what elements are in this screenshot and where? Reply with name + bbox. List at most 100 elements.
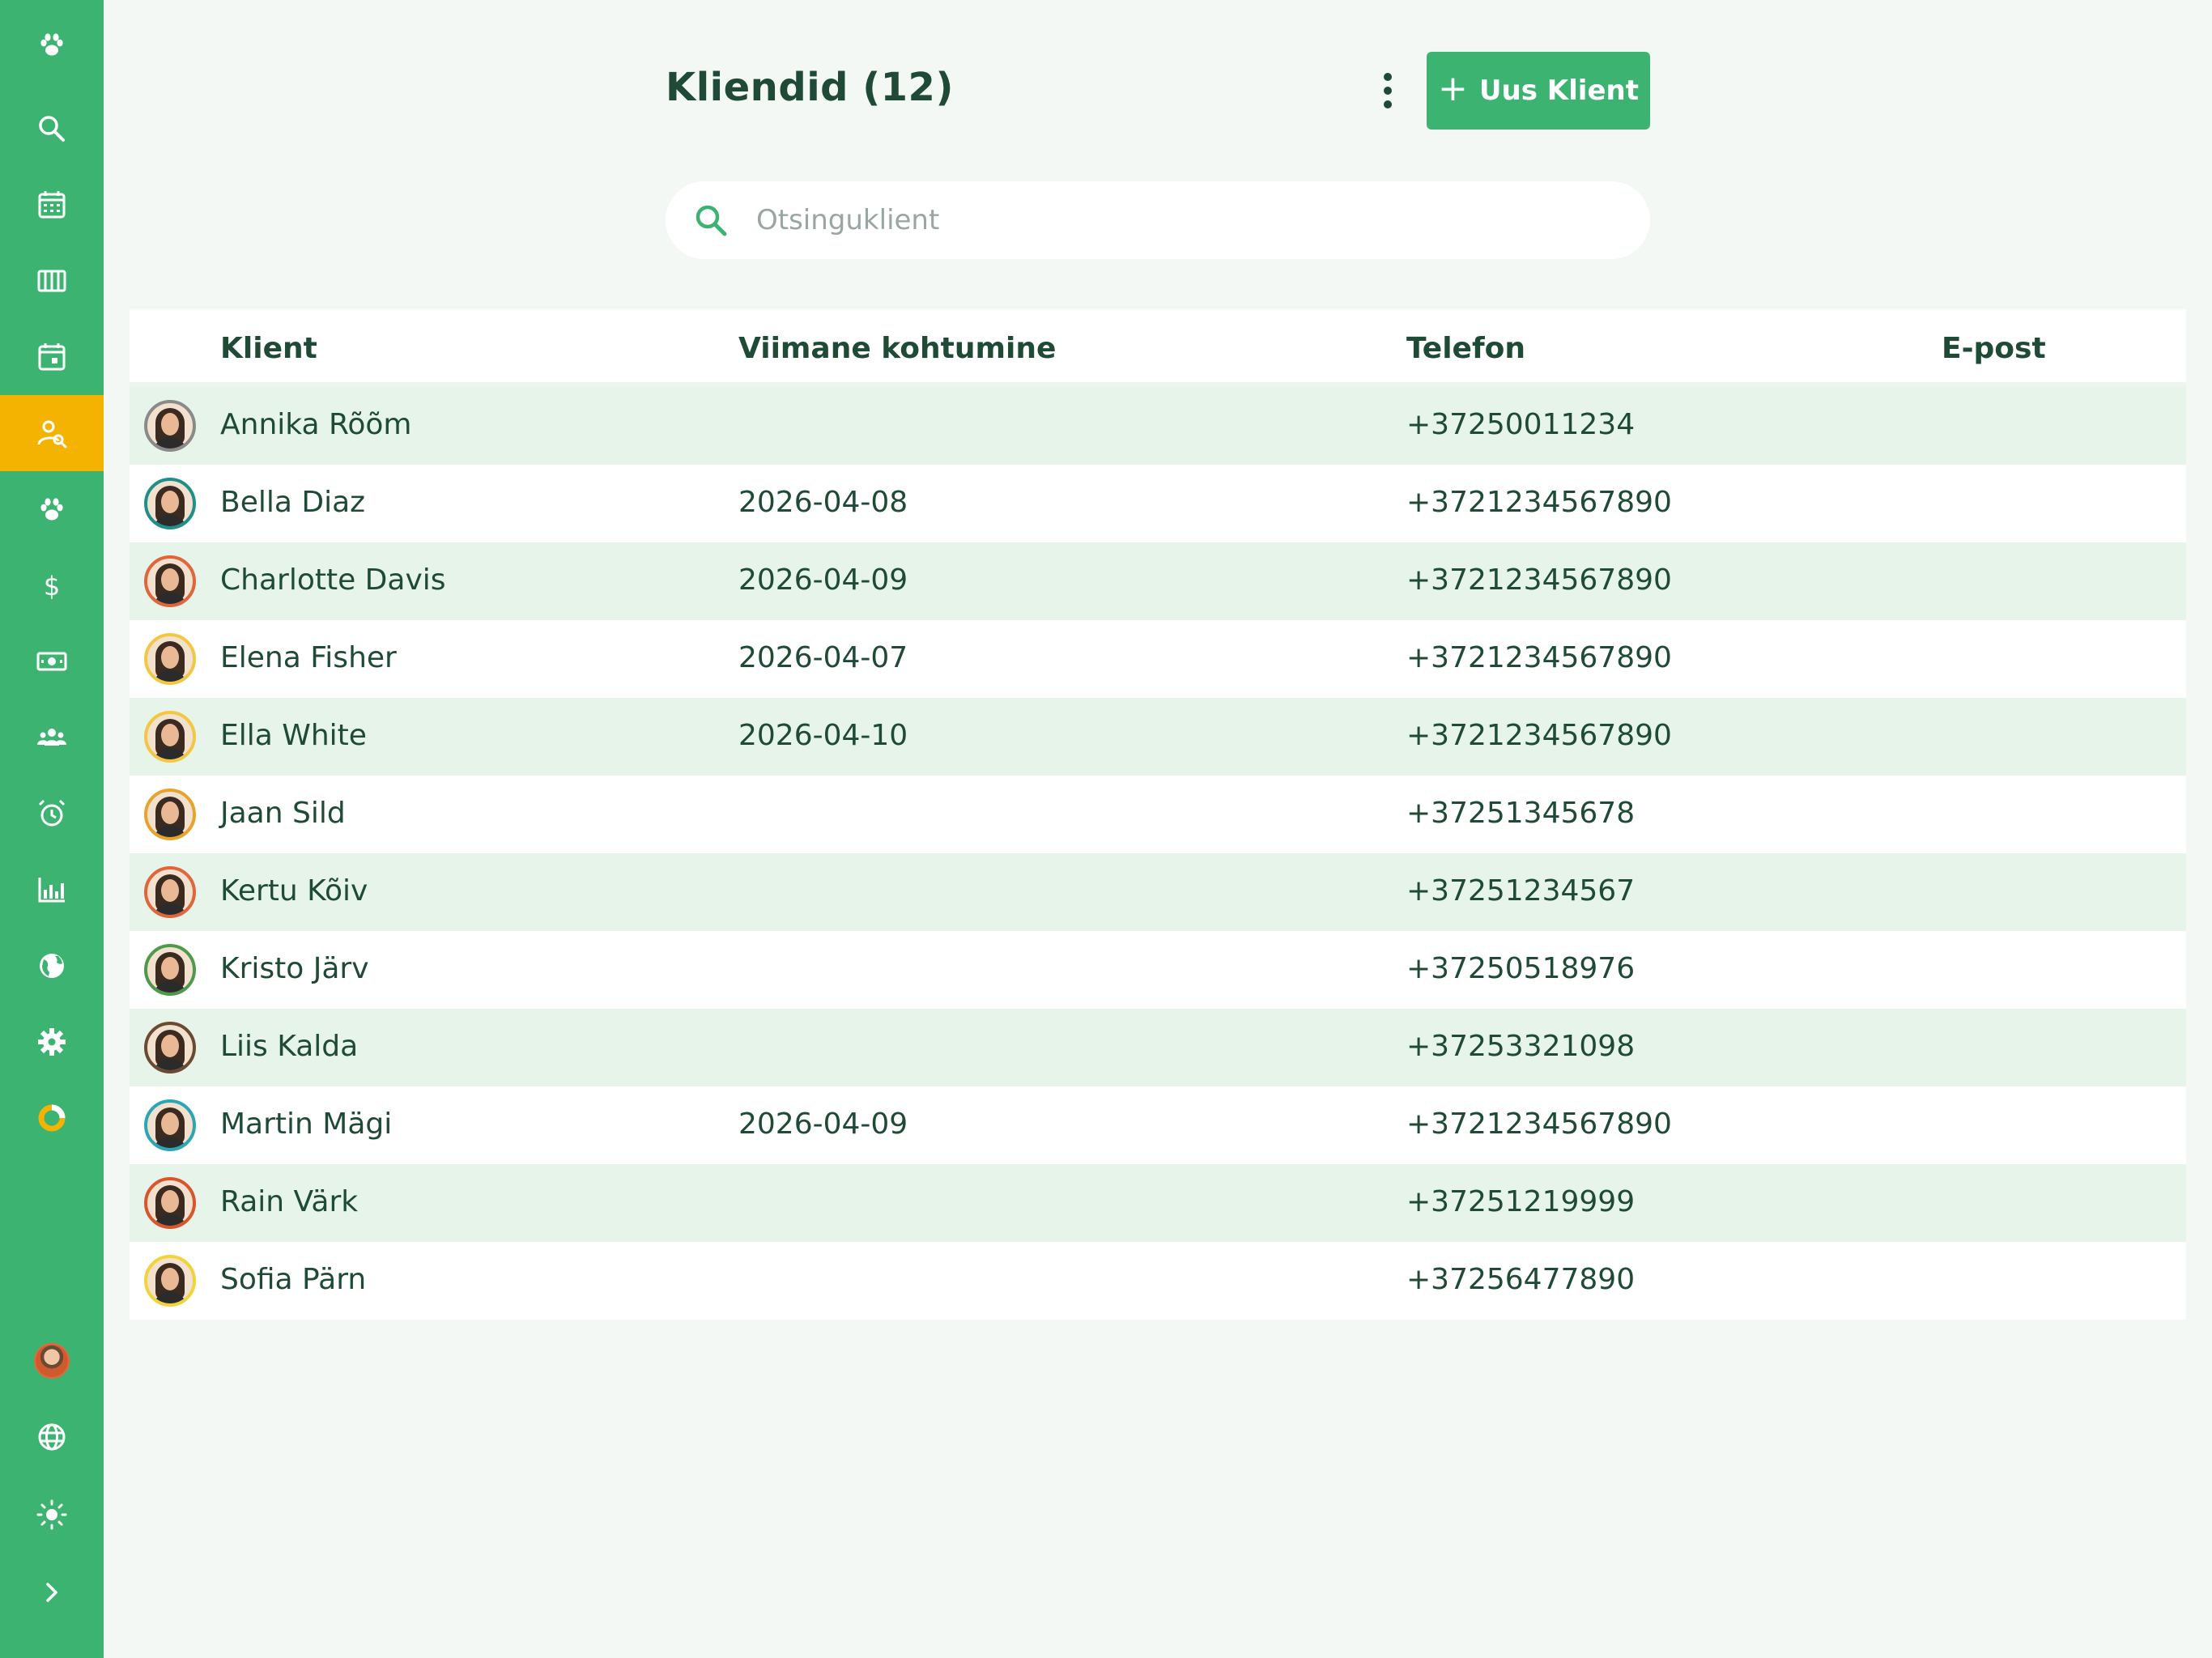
- globe-outline-icon: [38, 1423, 66, 1451]
- sidebar-item-web[interactable]: [0, 928, 104, 1004]
- client-avatar: [144, 1022, 196, 1073]
- client-avatar: [144, 789, 196, 840]
- user-search-icon: [37, 420, 67, 449]
- client-name-cell: Kristo Järv: [220, 952, 369, 985]
- sidebar-expand-button[interactable]: [0, 1554, 104, 1630]
- table-row[interactable]: Elena Fisher 2026-04-07 +3721234567890: [130, 620, 2186, 698]
- dot-icon: [1384, 73, 1392, 81]
- calendar-event-icon: [38, 343, 66, 371]
- phone-cell: +37251345678: [1406, 797, 1636, 830]
- phone-cell: +37250011234: [1406, 408, 1636, 441]
- columns-icon: [37, 270, 66, 292]
- sidebar-item-settings[interactable]: [0, 1004, 104, 1080]
- search-icon: [39, 116, 65, 142]
- sidebar-item-status[interactable]: [0, 1080, 104, 1156]
- dollar-icon: $: [44, 571, 60, 602]
- client-name-cell: Annika Rõõm: [220, 408, 412, 441]
- chevron-right-icon: [46, 1583, 57, 1602]
- table-row[interactable]: Jaan Sild +37251345678: [130, 776, 2186, 853]
- table-row[interactable]: Ella White 2026-04-10 +3721234567890: [130, 698, 2186, 776]
- table-row[interactable]: Kristo Järv +37250518976: [130, 931, 2186, 1009]
- table-header: Klient Viimane kohtumine Telefon E-post: [130, 309, 2186, 387]
- client-avatar: [144, 400, 196, 452]
- column-header-client[interactable]: Klient: [220, 332, 317, 365]
- table-row[interactable]: Rain Värk +37251219999: [130, 1164, 2186, 1242]
- svg-text:$: $: [44, 571, 60, 602]
- sidebar-item-reports[interactable]: [0, 852, 104, 928]
- sidebar-item-calendar[interactable]: [0, 167, 104, 243]
- client-name-cell: Liis Kalda: [220, 1030, 359, 1063]
- client-avatar: [144, 944, 196, 996]
- phone-cell: +3721234567890: [1406, 719, 1672, 752]
- client-name-cell: Charlotte Davis: [220, 563, 446, 597]
- client-avatar: [144, 1099, 196, 1151]
- sidebar-user-avatar[interactable]: [0, 1323, 104, 1399]
- client-avatar: [144, 866, 196, 918]
- last-meeting-cell: 2026-04-07: [738, 641, 908, 674]
- table-row[interactable]: Liis Kalda +37253321098: [130, 1009, 2186, 1086]
- client-name-cell: Kertu Kõiv: [220, 874, 368, 908]
- phone-cell: +3721234567890: [1406, 486, 1672, 519]
- search-icon: [696, 205, 727, 236]
- sidebar-item-search[interactable]: [0, 91, 104, 167]
- phone-cell: +37250518976: [1406, 952, 1636, 985]
- paw-icon: [40, 33, 63, 56]
- alarm-icon: [38, 799, 66, 827]
- client-avatar: [144, 478, 196, 529]
- sidebar-item-cash[interactable]: [0, 623, 104, 699]
- sidebar-item-team[interactable]: [0, 699, 104, 776]
- new-client-button[interactable]: + Uus Klient: [1427, 52, 1650, 130]
- sidebar-item-calendar-event[interactable]: [0, 319, 104, 395]
- sidebar-item-logo[interactable]: [0, 6, 104, 83]
- phone-cell: +3721234567890: [1406, 641, 1672, 674]
- column-header-phone[interactable]: Telefon: [1406, 332, 1525, 365]
- gear-icon: [38, 1028, 66, 1056]
- client-name-cell: Jaan Sild: [220, 797, 346, 830]
- page-title: Kliendid (12): [666, 65, 954, 110]
- column-header-email[interactable]: E-post: [1942, 332, 2046, 365]
- client-avatar: [144, 1255, 196, 1307]
- sidebar-item-payments[interactable]: $: [0, 547, 104, 623]
- table-row[interactable]: Kertu Kõiv +37251234567: [130, 853, 2186, 931]
- sidebar: $: [0, 0, 104, 1658]
- globe-icon: [40, 954, 64, 978]
- more-options-button[interactable]: [1368, 68, 1407, 113]
- table-row[interactable]: Charlotte Davis 2026-04-09 +3721234567890: [130, 542, 2186, 620]
- client-avatar: [144, 555, 196, 607]
- client-name-cell: Bella Diaz: [220, 486, 366, 519]
- clients-table: Klient Viimane kohtumine Telefon E-post …: [130, 309, 2186, 1320]
- plus-icon: +: [1438, 68, 1468, 109]
- donut-icon: [38, 1104, 66, 1132]
- sun-icon: [36, 1499, 67, 1530]
- phone-cell: +3721234567890: [1406, 1107, 1672, 1141]
- phone-cell: +37251219999: [1406, 1185, 1636, 1218]
- phone-cell: +37256477890: [1406, 1263, 1636, 1296]
- cash-icon: [36, 652, 67, 671]
- table-row[interactable]: Bella Diaz 2026-04-08 +3721234567890: [130, 465, 2186, 542]
- column-header-last-meeting[interactable]: Viimane kohtumine: [738, 332, 1056, 365]
- sidebar-item-theme[interactable]: [0, 1477, 104, 1553]
- phone-cell: +37251234567: [1406, 874, 1636, 908]
- table-row[interactable]: Sofia Pärn +37256477890: [130, 1242, 2186, 1320]
- sidebar-item-pets[interactable]: [0, 471, 104, 547]
- dot-icon: [1384, 87, 1392, 95]
- table-row[interactable]: Martin Mägi 2026-04-09 +3721234567890: [130, 1086, 2186, 1164]
- last-meeting-cell: 2026-04-09: [738, 1107, 908, 1141]
- table-row[interactable]: Annika Rõõm +37250011234: [130, 387, 2186, 465]
- client-name-cell: Martin Mägi: [220, 1107, 393, 1141]
- table-body: Annika Rõõm +37250011234 Bella Diaz 2026-04…: [130, 387, 2186, 1320]
- users-icon: [37, 729, 66, 746]
- search-input[interactable]: [756, 196, 1614, 244]
- last-meeting-cell: 2026-04-08: [738, 486, 908, 519]
- client-name-cell: Sofia Pärn: [220, 1263, 367, 1296]
- calendar-grid-icon: [38, 191, 66, 219]
- paw-icon: [40, 498, 63, 521]
- client-avatar: [144, 633, 196, 685]
- search-box[interactable]: [666, 181, 1650, 259]
- sidebar-item-columns[interactable]: [0, 243, 104, 319]
- sidebar-item-reminders[interactable]: [0, 776, 104, 852]
- sidebar-item-language[interactable]: [0, 1399, 104, 1475]
- last-meeting-cell: 2026-04-09: [738, 563, 908, 597]
- sidebar-item-clients[interactable]: [0, 395, 104, 471]
- client-name-cell: Rain Värk: [220, 1185, 359, 1218]
